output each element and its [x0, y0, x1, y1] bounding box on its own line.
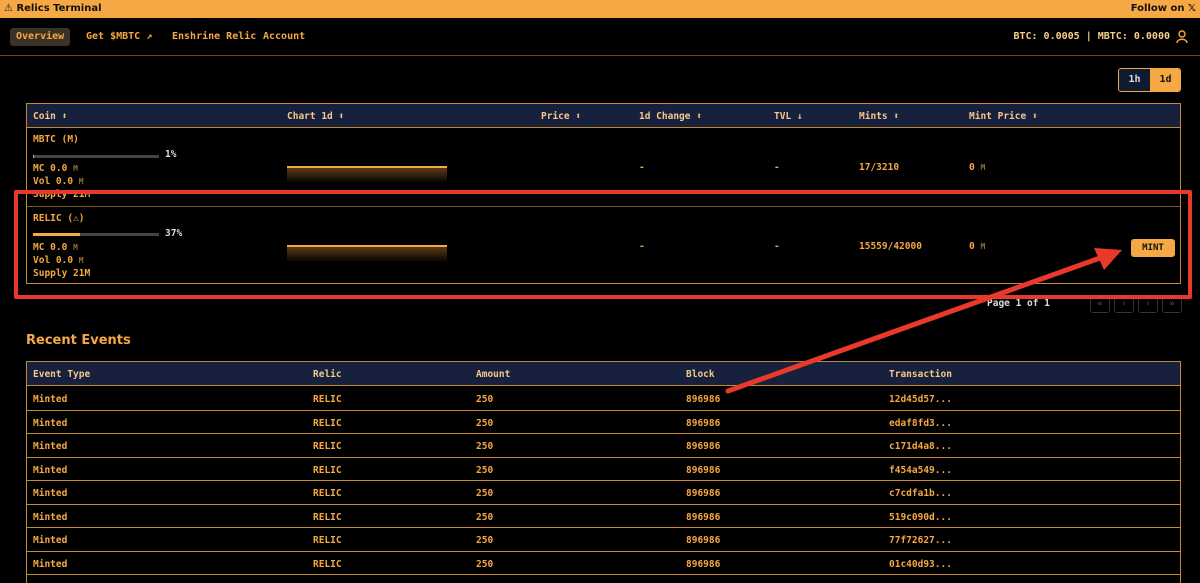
annotation-arrow — [725, 248, 1122, 394]
annotation-arrow-shaft — [725, 255, 1103, 394]
